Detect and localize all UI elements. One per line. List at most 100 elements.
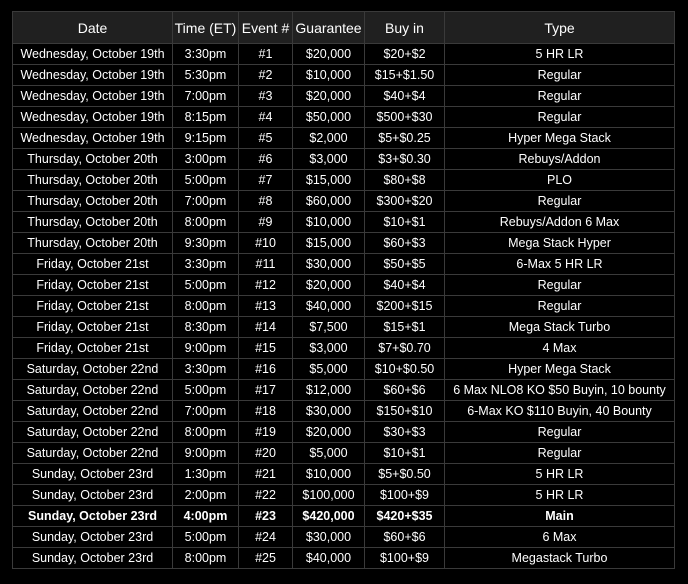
date-cell: Saturday, October 22nd	[12, 400, 173, 422]
buyin-cell: $80+$8	[364, 169, 445, 191]
table-row: Sunday, October 23rd 1:30pm #21 $10,000 $5+$…	[12, 463, 675, 485]
table-row: Thursday, October 20th 9:30pm #10 $15,000 $6…	[12, 232, 675, 254]
buyin-cell: $500+$30	[364, 106, 445, 128]
type-cell: Main	[444, 505, 675, 527]
time-cell: 8:00pm	[172, 295, 239, 317]
buyin-cell: $60+$6	[364, 379, 445, 401]
type-cell: 6-Max 5 HR LR	[444, 253, 675, 275]
event-cell: #5	[238, 127, 293, 149]
buyin-cell: $40+$4	[364, 274, 445, 296]
date-cell: Sunday, October 23rd	[12, 547, 173, 569]
date-cell: Friday, October 21st	[12, 316, 173, 338]
table-row: Saturday, October 22nd 7:00pm #18 $30,000 $1…	[12, 400, 675, 422]
time-cell: 1:30pm	[172, 463, 239, 485]
type-cell: Mega Stack Hyper	[444, 232, 675, 254]
buyin-cell: $40+$4	[364, 85, 445, 107]
time-cell: 8:00pm	[172, 211, 239, 233]
time-cell: 9:00pm	[172, 337, 239, 359]
event-cell: #3	[238, 85, 293, 107]
type-cell: Regular	[444, 106, 675, 128]
date-cell: Wednesday, October 19th	[12, 106, 173, 128]
buyin-cell: $5+$0.50	[364, 463, 445, 485]
date-cell: Sunday, October 23rd	[12, 463, 173, 485]
date-cell: Thursday, October 20th	[12, 190, 173, 212]
schedule-table: Date Time (ET) Event # Guarantee Buy in …	[12, 11, 675, 569]
event-cell: #21	[238, 463, 293, 485]
event-cell: #22	[238, 484, 293, 506]
guarantee-cell: $20,000	[292, 274, 365, 296]
time-cell: 7:00pm	[172, 400, 239, 422]
table-row: Sunday, October 23rd 4:00pm #23 $420,000 $42…	[12, 505, 675, 527]
guarantee-cell: $30,000	[292, 400, 365, 422]
header-event: Event #	[238, 11, 293, 44]
buyin-cell: $10+$0.50	[364, 358, 445, 380]
time-cell: 3:30pm	[172, 253, 239, 275]
table-row: Thursday, October 20th 7:00pm #8 $60,000 $30…	[12, 190, 675, 212]
guarantee-cell: $30,000	[292, 253, 365, 275]
table-row: Friday, October 21st 9:00pm #15 $3,000 $7+$0…	[12, 337, 675, 359]
guarantee-cell: $12,000	[292, 379, 365, 401]
type-cell: 6 Max NLO8 KO $50 Buyin, 10 bounty	[444, 379, 675, 401]
table-row: Saturday, October 22nd 3:30pm #16 $5,000 $10…	[12, 358, 675, 380]
buyin-cell: $420+$35	[364, 505, 445, 527]
date-cell: Thursday, October 20th	[12, 148, 173, 170]
event-cell: #25	[238, 547, 293, 569]
guarantee-cell: $10,000	[292, 211, 365, 233]
guarantee-cell: $100,000	[292, 484, 365, 506]
time-cell: 9:00pm	[172, 442, 239, 464]
date-cell: Saturday, October 22nd	[12, 421, 173, 443]
buyin-cell: $60+$6	[364, 526, 445, 548]
table-row: Thursday, October 20th 8:00pm #9 $10,000 $10…	[12, 211, 675, 233]
header-buyin: Buy in	[364, 11, 445, 44]
time-cell: 5:00pm	[172, 379, 239, 401]
type-cell: Mega Stack Turbo	[444, 316, 675, 338]
type-cell: Hyper Mega Stack	[444, 127, 675, 149]
date-cell: Sunday, October 23rd	[12, 484, 173, 506]
event-cell: #13	[238, 295, 293, 317]
time-cell: 5:30pm	[172, 64, 239, 86]
time-cell: 8:15pm	[172, 106, 239, 128]
type-cell: 5 HR LR	[444, 484, 675, 506]
guarantee-cell: $15,000	[292, 232, 365, 254]
guarantee-cell: $40,000	[292, 547, 365, 569]
buyin-cell: $10+$1	[364, 211, 445, 233]
buyin-cell: $100+$9	[364, 547, 445, 569]
event-cell: #1	[238, 43, 293, 65]
table-row: Thursday, October 20th 3:00pm #6 $3,000 $3+$…	[12, 148, 675, 170]
date-cell: Thursday, October 20th	[12, 169, 173, 191]
guarantee-cell: $5,000	[292, 442, 365, 464]
date-cell: Sunday, October 23rd	[12, 526, 173, 548]
time-cell: 8:00pm	[172, 421, 239, 443]
date-cell: Wednesday, October 19th	[12, 85, 173, 107]
guarantee-cell: $10,000	[292, 463, 365, 485]
type-cell: 6-Max KO $110 Buyin, 40 Bounty	[444, 400, 675, 422]
time-cell: 3:30pm	[172, 358, 239, 380]
event-cell: #14	[238, 316, 293, 338]
event-cell: #16	[238, 358, 293, 380]
table-row: Sunday, October 23rd 5:00pm #24 $30,000 $60+…	[12, 526, 675, 548]
type-cell: 4 Max	[444, 337, 675, 359]
date-cell: Sunday, October 23rd	[12, 505, 173, 527]
table-row: Saturday, October 22nd 5:00pm #17 $12,000 $6…	[12, 379, 675, 401]
type-cell: Regular	[444, 85, 675, 107]
table-row: Friday, October 21st 3:30pm #11 $30,000 $50+…	[12, 253, 675, 275]
table-row: Friday, October 21st 8:30pm #14 $7,500 $15+$…	[12, 316, 675, 338]
time-cell: 5:00pm	[172, 526, 239, 548]
table-row: Wednesday, October 19th 5:30pm #2 $10,000 $1…	[12, 64, 675, 86]
guarantee-cell: $5,000	[292, 358, 365, 380]
table-row: Saturday, October 22nd 8:00pm #19 $20,000 $3…	[12, 421, 675, 443]
type-cell: Regular	[444, 421, 675, 443]
guarantee-cell: $60,000	[292, 190, 365, 212]
buyin-cell: $15+$1.50	[364, 64, 445, 86]
page: Date Time (ET) Event # Guarantee Buy in …	[0, 0, 688, 584]
time-cell: 5:00pm	[172, 274, 239, 296]
table-body: Wednesday, October 19th 3:30pm #1 $20,000 $2…	[12, 43, 675, 569]
buyin-cell: $100+$9	[364, 484, 445, 506]
buyin-cell: $30+$3	[364, 421, 445, 443]
buyin-cell: $10+$1	[364, 442, 445, 464]
buyin-cell: $3+$0.30	[364, 148, 445, 170]
guarantee-cell: $20,000	[292, 85, 365, 107]
buyin-cell: $20+$2	[364, 43, 445, 65]
table-row: Wednesday, October 19th 9:15pm #5 $2,000 $5+…	[12, 127, 675, 149]
type-cell: Hyper Mega Stack	[444, 358, 675, 380]
